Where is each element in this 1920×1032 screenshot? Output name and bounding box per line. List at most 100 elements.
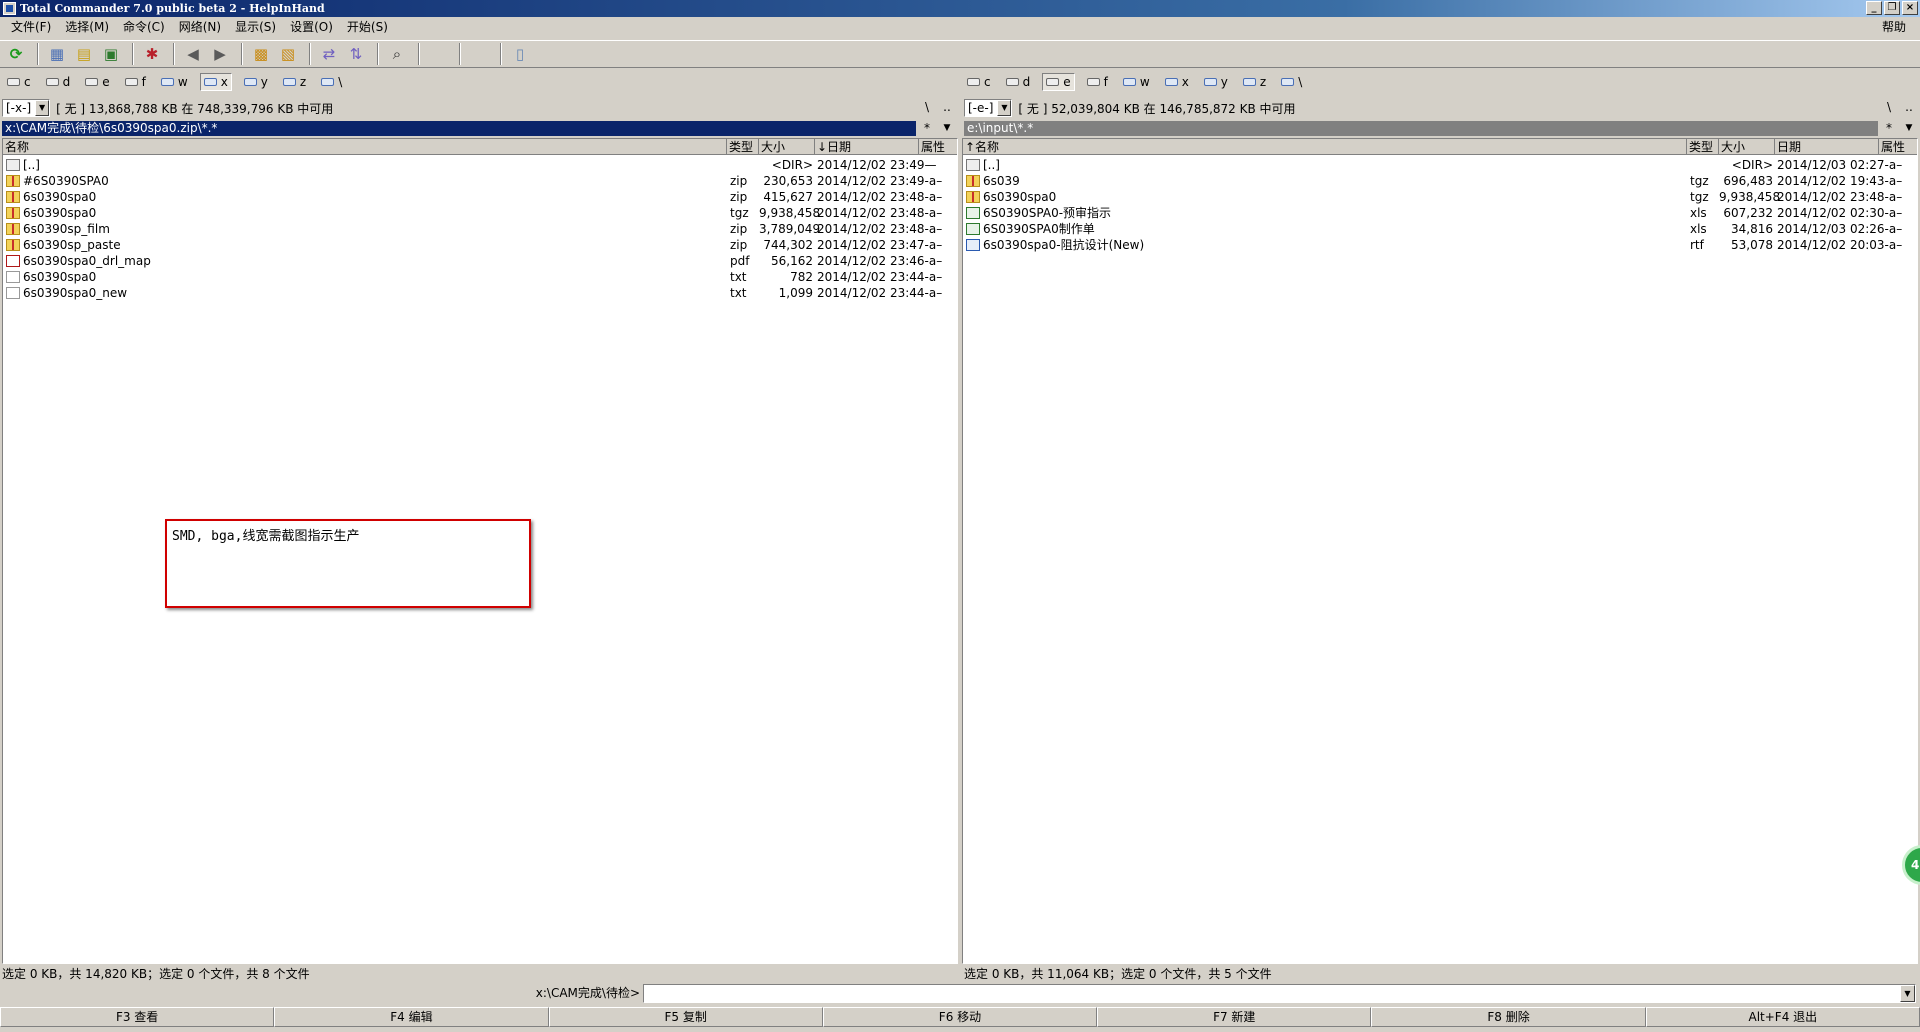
column-name[interactable]: 名称 [3, 139, 727, 155]
left-network-neighborhood[interactable]: \ [318, 73, 345, 91]
right-drive-w[interactable]: w [1120, 73, 1153, 91]
f3-view-button[interactable]: F3 查看 [0, 1007, 275, 1027]
network-icon [1281, 78, 1295, 86]
file-row[interactable]: 6s0390spa0_drl_map pdf 56,162 2014/12/02 23… [3, 253, 957, 269]
notepad-icon[interactable]: ▯ [508, 42, 532, 66]
command-line-input[interactable]: ▼ [643, 984, 1916, 1003]
left-hotlist-button[interactable]: ▼ [938, 119, 956, 137]
right-network-neighborhood[interactable]: \ [1278, 73, 1305, 91]
toolbar-separator [459, 43, 461, 65]
left-drive-f[interactable]: f [122, 73, 149, 91]
find-binoculars-icon[interactable]: ⌕ [385, 42, 409, 66]
file-row[interactable]: 6s0390sp_paste zip 744,302 2014/12/02 23:47… [3, 237, 957, 253]
back-arrow-icon[interactable]: ◀ [181, 42, 205, 66]
file-size: 3,789,049 [759, 222, 821, 236]
chevron-down-icon: ▼ [35, 100, 50, 116]
left-history-button[interactable]: * [918, 119, 936, 137]
right-drive-x[interactable]: x [1162, 73, 1192, 91]
column-date[interactable]: ↓日期 [815, 139, 919, 155]
right-up-button[interactable]: .. [1900, 98, 1918, 116]
menu-show[interactable]: 显示(S) [228, 18, 283, 37]
unpack-files-icon[interactable]: ▧ [276, 42, 300, 66]
file-row[interactable]: 6s0390spa0 txt 782 2014/12/02 23:44-a– [3, 269, 957, 285]
menu-net[interactable]: 网络(N) [172, 18, 228, 37]
file-row[interactable]: 6s0390spa0 tgz 9,938,458 2014/12/02 23:48-a… [3, 205, 957, 221]
column-ext[interactable]: 类型 [1687, 139, 1719, 155]
left-drive-combo[interactable]: [-x-] ▼ [2, 99, 51, 117]
menu-commands[interactable]: 命令(C) [116, 18, 172, 37]
brief-view-icon[interactable]: ▦ [45, 42, 69, 66]
left-drive-x[interactable]: x [199, 73, 232, 91]
column-attr[interactable]: 属性 [919, 139, 957, 155]
left-drive-c[interactable]: c [4, 73, 34, 91]
right-drive-f[interactable]: f [1084, 73, 1111, 91]
menu-help[interactable]: 帮助 [1882, 18, 1906, 37]
file-row[interactable]: [..] <DIR> 2014/12/02 23:49— [3, 157, 957, 173]
f8-delete-button[interactable]: F8 删除 [1371, 1007, 1646, 1027]
thumbnail-view-icon[interactable]: ▣ [99, 42, 123, 66]
close-button[interactable]: × [1902, 1, 1918, 15]
file-row[interactable]: 6s039 tgz 696,483 2014/12/02 19:43-a– [963, 173, 1917, 189]
file-ext: zip [730, 190, 748, 204]
left-drive-d[interactable]: d [43, 73, 74, 91]
f7-newfolder-button[interactable]: F7 新建 [1097, 1007, 1372, 1027]
column-ext[interactable]: 类型 [727, 139, 759, 155]
forward-arrow-icon[interactable]: ▶ [208, 42, 232, 66]
select-wand-icon[interactable]: ✱ [140, 42, 164, 66]
right-drive-d[interactable]: d [1003, 73, 1034, 91]
file-row[interactable]: 6s0390spa0 zip 415,627 2014/12/02 23:48-a– [3, 189, 957, 205]
left-drive-y[interactable]: y [241, 73, 271, 91]
compare-dirs-icon[interactable]: ⇄ [317, 42, 341, 66]
pack-files-icon[interactable]: ▩ [249, 42, 273, 66]
menu-file[interactable]: 文件(F) [4, 18, 58, 37]
right-current-path[interactable]: e:\input\*.* [964, 121, 1878, 136]
file-row[interactable]: [..] <DIR> 2014/12/03 02:27-a– [963, 157, 1917, 173]
file-row[interactable]: 6s0390spa0_new txt 1,099 2014/12/02 23:44-a… [3, 285, 957, 301]
left-root-button[interactable]: \ [918, 98, 936, 116]
file-row[interactable]: 6s0390spa0-阻抗设计(New) rtf 53,078 2014/12/02 … [963, 237, 1917, 253]
f4-edit-button[interactable]: F4 编辑 [274, 1007, 549, 1027]
right-drive-z[interactable]: z [1240, 73, 1269, 91]
right-hotlist-button[interactable]: ▼ [1900, 119, 1918, 137]
menu-start[interactable]: 开始(S) [340, 18, 395, 37]
file-row[interactable]: 6s0390spa0 tgz 9,938,458 2014/12/02 23:48-a… [963, 189, 1917, 205]
menu-mark[interactable]: 选择(M) [58, 18, 116, 37]
left-drive-e[interactable]: e [82, 73, 112, 91]
left-current-path[interactable]: x:\CAM完成\待检\6s0390spa0.zip\*.* [2, 121, 916, 136]
left-drive-z[interactable]: z [280, 73, 309, 91]
left-up-button[interactable]: .. [938, 98, 956, 116]
toolbar-separator [500, 43, 502, 65]
column-size[interactable]: 大小 [1719, 139, 1775, 155]
column-size[interactable]: 大小 [759, 139, 815, 155]
network-drive-icon [1122, 78, 1136, 86]
left-drive-w[interactable]: w [158, 73, 191, 91]
file-row[interactable]: 6S0390SPA0-预审指示 xls 607,232 2014/12/02 02:3… [963, 205, 1917, 221]
drive-icon [1046, 78, 1060, 86]
file-row[interactable]: #6S0390SPA0 zip 230,653 2014/12/02 23:49-a– [3, 173, 957, 189]
restore-button[interactable]: ❐ [1884, 1, 1900, 15]
right-drive-c[interactable]: c [964, 73, 994, 91]
full-view-icon[interactable]: ▤ [72, 42, 96, 66]
right-history-button[interactable]: * [1880, 119, 1898, 137]
right-drive-e[interactable]: e [1042, 73, 1075, 91]
file-row[interactable]: 6s0390sp_film zip 3,789,049 2014/12/02 23:4… [3, 221, 957, 237]
column-name[interactable]: ↑名称 [963, 139, 1687, 155]
right-file-panel[interactable]: ↑名称 类型 大小 日期 属性 [..] <DIR> 2014/12/03 02:2… [962, 138, 1918, 964]
right-drive-y[interactable]: y [1201, 73, 1231, 91]
f6-move-button[interactable]: F6 移动 [822, 1007, 1098, 1027]
toolbar-separator [418, 43, 420, 65]
file-row[interactable]: 6S0390SPA0制作单 xls 34,816 2014/12/03 02:26-a… [963, 221, 1917, 237]
drive-label: d [62, 75, 71, 89]
right-root-button[interactable]: \ [1880, 98, 1898, 116]
column-date[interactable]: 日期 [1775, 139, 1879, 155]
right-drive-combo[interactable]: [-e-] ▼ [964, 99, 1013, 117]
file-name: 6s0390spa0 [983, 190, 1057, 204]
column-attr[interactable]: 属性 [1879, 139, 1917, 155]
chevron-down-icon[interactable]: ▼ [1900, 985, 1915, 1002]
alt-f4-exit-button[interactable]: Alt+F4 退出 [1645, 1007, 1920, 1027]
minimize-button[interactable]: _ [1866, 1, 1882, 15]
refresh-icon[interactable]: ⟳ [4, 42, 28, 66]
f5-copy-button[interactable]: F5 复制 [548, 1007, 823, 1027]
sync-dirs-icon[interactable]: ⇅ [344, 42, 368, 66]
menu-configuration[interactable]: 设置(O) [283, 18, 340, 37]
